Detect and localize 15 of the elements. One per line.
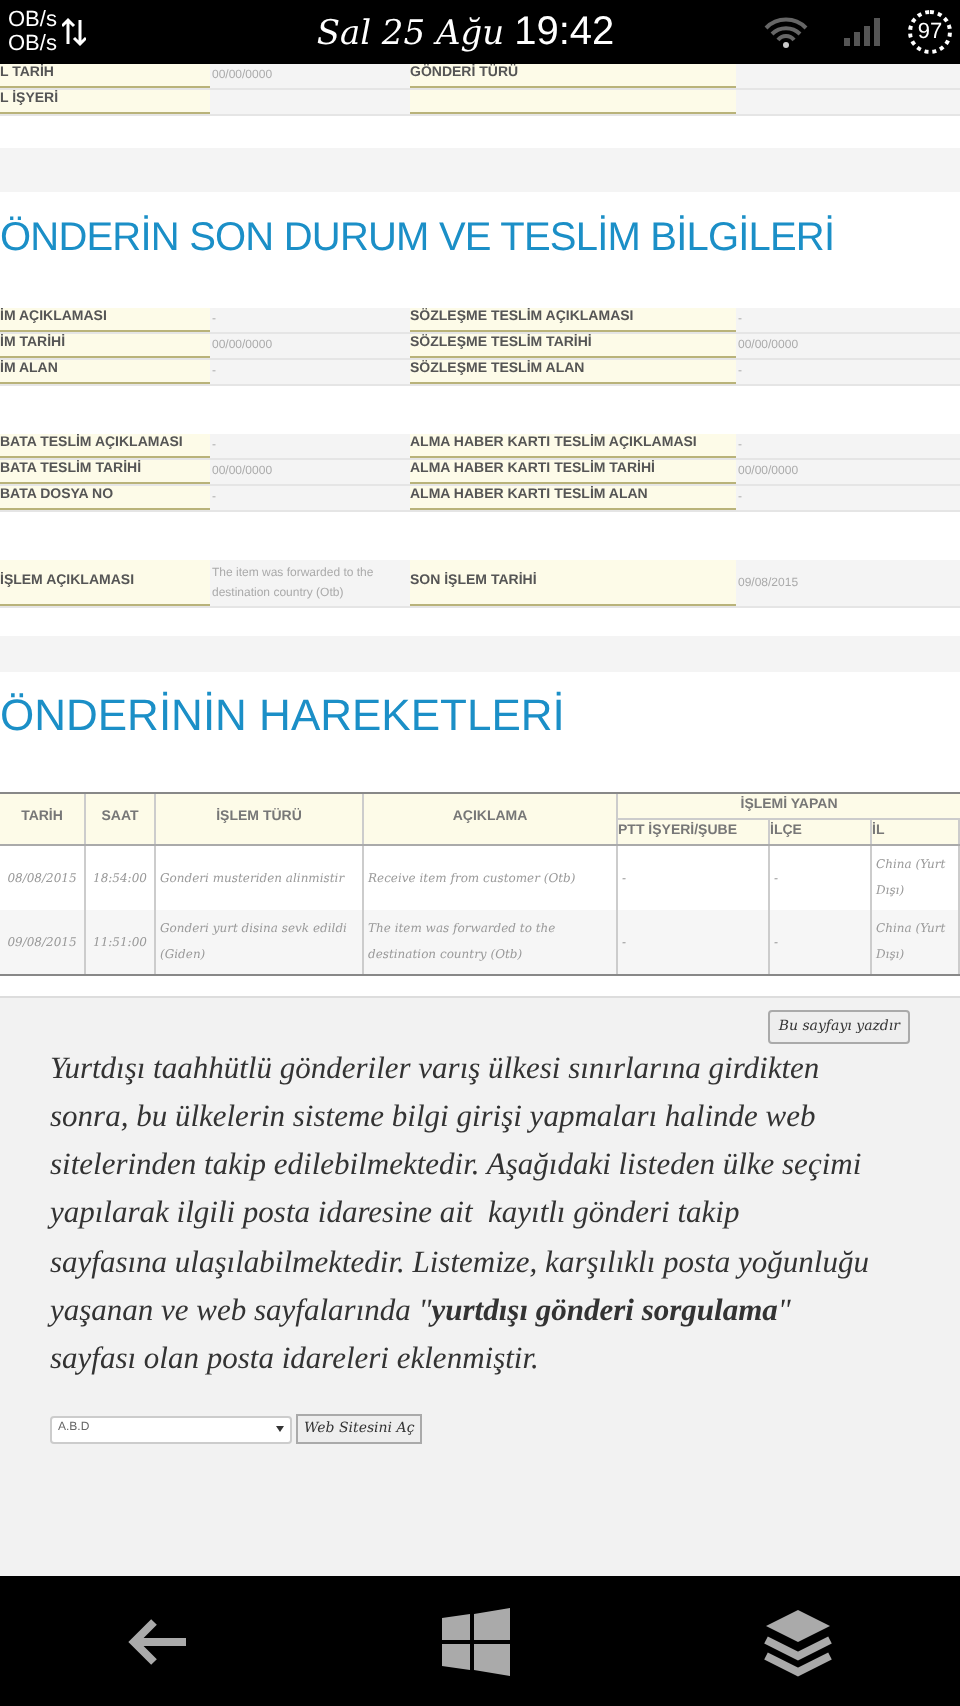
section-heading: ÖNDERİNİN HAREKETLERİ: [0, 687, 567, 743]
layers-icon[interactable]: [762, 1605, 834, 1677]
back-arrow-icon[interactable]: [126, 1615, 190, 1667]
dropdown-caret-icon: [276, 1426, 284, 1433]
upload-speed: OB/s: [8, 8, 57, 32]
windows-logo-icon[interactable]: [442, 1607, 510, 1675]
section-heading: ÖNDERİN SON DURUM VE TESLİM BİLGİLERİ: [0, 213, 837, 264]
info-paragraph: Yurtdışı taahhütlü gönderiler varış ülkesi sınırlarına girdikten sonra, bu ülkelerin sisteme bilgi girişi yapmaları halinde web sitelerinden takip edilebilmektedir. Aşağıdaki listeden ülke seçimi yapılarak ilgili posta idaresine ait kayıtlı gönderi takip sayfasına ulaşılabilmektedir. Listemize, karşılıklı posta yoğunluğu yaşanan ve web sayfalarında "yurtdışı gönderi sorgulama" sayfası olan posta idareleri eklenmiştir.: [50, 1049, 871, 1381]
signal-icon: [844, 18, 884, 46]
download-speed: OB/s: [8, 32, 57, 56]
wifi-icon: [764, 16, 808, 48]
battery-indicator: 97: [908, 10, 952, 54]
data-arrows-icon: [62, 16, 87, 48]
status-time: 19:42: [514, 8, 615, 58]
status-date: Sal 25 Ağu: [316, 12, 505, 58]
